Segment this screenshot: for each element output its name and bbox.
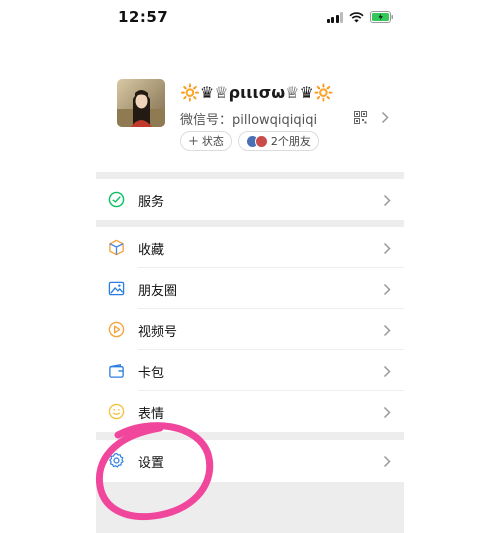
chevron-right-icon bbox=[383, 324, 391, 337]
status-icons bbox=[326, 11, 395, 23]
friend-avatars-icon bbox=[245, 134, 268, 148]
chevron-right-icon bbox=[383, 455, 391, 468]
moments-icon bbox=[108, 281, 125, 296]
profile-chips: + 状态 2个朋友 bbox=[180, 131, 319, 151]
plus-icon: + bbox=[188, 133, 199, 149]
menu-label-service: 服务 bbox=[138, 195, 165, 210]
chevron-right-icon bbox=[383, 242, 391, 255]
profile-header[interactable]: 🔆♛♕ριιισω♕♛🔆 微信号：pillowqiqiqiqi + 状态 2个朋… bbox=[96, 36, 404, 172]
favorites-icon bbox=[109, 239, 124, 256]
battery-icon bbox=[370, 11, 393, 23]
status-time: 12:57 bbox=[118, 8, 169, 26]
chevron-right-icon bbox=[383, 283, 391, 296]
section-gap bbox=[96, 220, 404, 227]
me-page: 🔆♛♕ριιισω♕♛🔆 微信号：pillowqiqiqiqi + 状态 2个朋… bbox=[96, 36, 404, 533]
chevron-right-icon bbox=[381, 111, 389, 124]
chevron-right-icon bbox=[383, 406, 391, 419]
chevron-right-icon bbox=[383, 194, 391, 207]
menu-item-stickers[interactable]: 表情 bbox=[96, 391, 404, 432]
settings-icon bbox=[109, 452, 124, 468]
menu-item-channels[interactable]: 视频号 bbox=[96, 309, 404, 350]
menu-label-favorites: 收藏 bbox=[138, 243, 165, 258]
menu-label-channels: 视频号 bbox=[138, 325, 178, 340]
section-gap bbox=[96, 432, 404, 440]
cards-icon bbox=[109, 364, 124, 378]
avatar[interactable] bbox=[117, 79, 165, 127]
signal-icon bbox=[326, 11, 343, 23]
menu-item-cards[interactable]: 卡包 bbox=[96, 350, 404, 391]
status-bar: 12:57 bbox=[0, 0, 500, 36]
friends-chip[interactable]: 2个朋友 bbox=[237, 131, 319, 151]
menu-item-favorites[interactable]: 收藏 bbox=[96, 227, 404, 268]
section-gap bbox=[96, 172, 404, 179]
status-chip-label: 状态 bbox=[201, 135, 224, 148]
wechat-id: 微信号：pillowqiqiqiqi bbox=[180, 113, 318, 128]
status-chip[interactable]: + 状态 bbox=[180, 131, 232, 151]
menu-label-moments: 朋友圈 bbox=[138, 284, 178, 299]
menu-label-cards: 卡包 bbox=[138, 366, 165, 381]
menu-label-settings: 设置 bbox=[138, 456, 165, 471]
profile-nickname: 🔆♛♕ριιισω♕♛🔆 bbox=[180, 83, 334, 102]
stickers-icon bbox=[108, 403, 125, 420]
service-icon bbox=[108, 191, 125, 208]
channels-icon bbox=[108, 321, 125, 338]
menu-item-service[interactable]: 服务 bbox=[96, 179, 404, 220]
qr-code-icon[interactable] bbox=[354, 111, 367, 124]
menu-item-settings[interactable]: 设置 bbox=[96, 440, 404, 481]
chevron-right-icon bbox=[383, 365, 391, 378]
wifi-icon bbox=[349, 11, 364, 22]
menu-label-stickers: 表情 bbox=[138, 407, 165, 422]
friends-chip-label: 2个朋友 bbox=[270, 135, 311, 148]
menu-item-moments[interactable]: 朋友圈 bbox=[96, 268, 404, 309]
page-bottom-fill bbox=[96, 482, 404, 533]
